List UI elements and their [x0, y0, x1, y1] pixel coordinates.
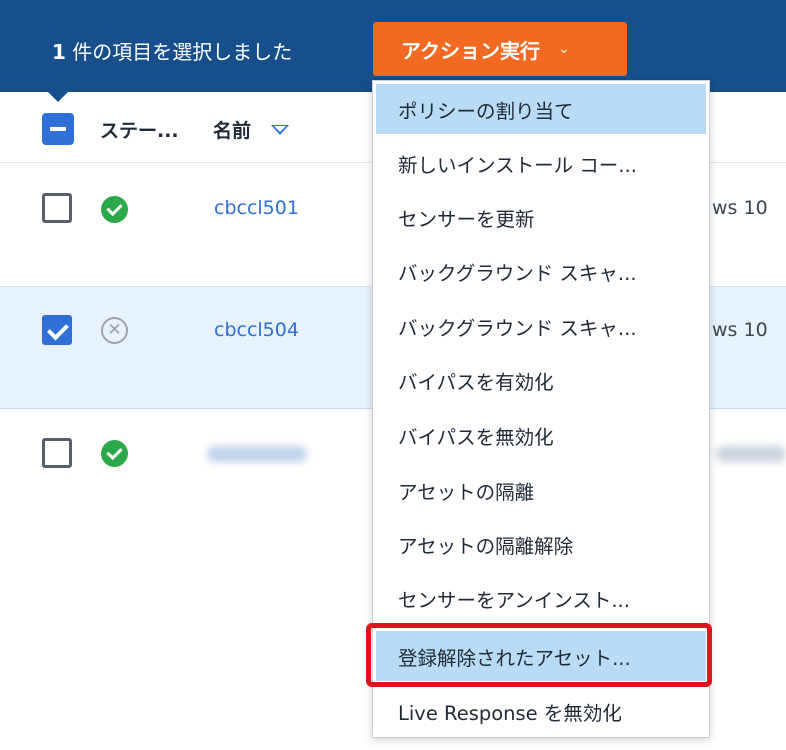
menu-item-uninstall-sensor[interactable]: センサーをアンインスト...: [373, 573, 709, 623]
selection-count: 1: [52, 40, 66, 64]
asset-name-link-redacted[interactable]: [207, 446, 307, 462]
asset-name-link[interactable]: cbccl504: [214, 319, 299, 341]
asset-name-link[interactable]: cbccl501: [214, 197, 299, 219]
selection-text: 件の項目を選択しました: [65, 40, 293, 64]
os-cell: ws 10: [712, 197, 768, 219]
select-all-checkbox[interactable]: [42, 113, 74, 145]
menu-item-quarantine-asset[interactable]: アセットの隔離: [373, 465, 709, 515]
menu-item-disable-bypass[interactable]: バイパスを無効化: [373, 410, 709, 460]
menu-item-unquarantine-asset[interactable]: アセットの隔離解除: [373, 519, 709, 569]
status-ok-icon: [101, 440, 128, 467]
menu-item-enable-bypass[interactable]: バイパスを有効化: [373, 355, 709, 405]
row-checkbox[interactable]: [42, 438, 72, 468]
chevron-down-icon: ⌄: [558, 41, 570, 57]
os-cell: ws 10: [712, 319, 768, 341]
highlight-annotation-box: [366, 623, 712, 687]
row-checkbox[interactable]: [42, 193, 72, 223]
menu-item-update-sensor[interactable]: センサーを更新: [373, 192, 709, 242]
column-header-name[interactable]: 名前: [213, 116, 251, 143]
menu-item-background-scan-1[interactable]: バックグラウンド スキャ...: [373, 246, 709, 296]
menu-item-assign-policy[interactable]: ポリシーの割り当て: [376, 84, 706, 134]
menu-item-new-install-code[interactable]: 新しいインストール コー...: [373, 138, 709, 188]
os-cell-redacted: [716, 446, 786, 462]
selection-pointer-notch: [48, 92, 68, 102]
column-header-status[interactable]: ステー...: [100, 116, 179, 143]
selection-bar: 1 件の項目を選択しました アクション実行 ⌄: [0, 0, 786, 92]
status-ok-icon: [101, 196, 128, 223]
selection-summary: 1 件の項目を選択しました: [52, 36, 292, 65]
action-execute-button[interactable]: アクション実行 ⌄: [373, 22, 627, 76]
row-checkbox[interactable]: [42, 315, 72, 345]
action-execute-label: アクション実行: [401, 38, 540, 63]
menu-item-background-scan-2[interactable]: バックグラウンド スキャ...: [373, 301, 709, 351]
menu-item-disable-live-response[interactable]: Live Response を無効化: [373, 686, 709, 736]
sort-descending-icon[interactable]: [271, 125, 289, 135]
status-removed-icon: ✕: [101, 317, 128, 344]
